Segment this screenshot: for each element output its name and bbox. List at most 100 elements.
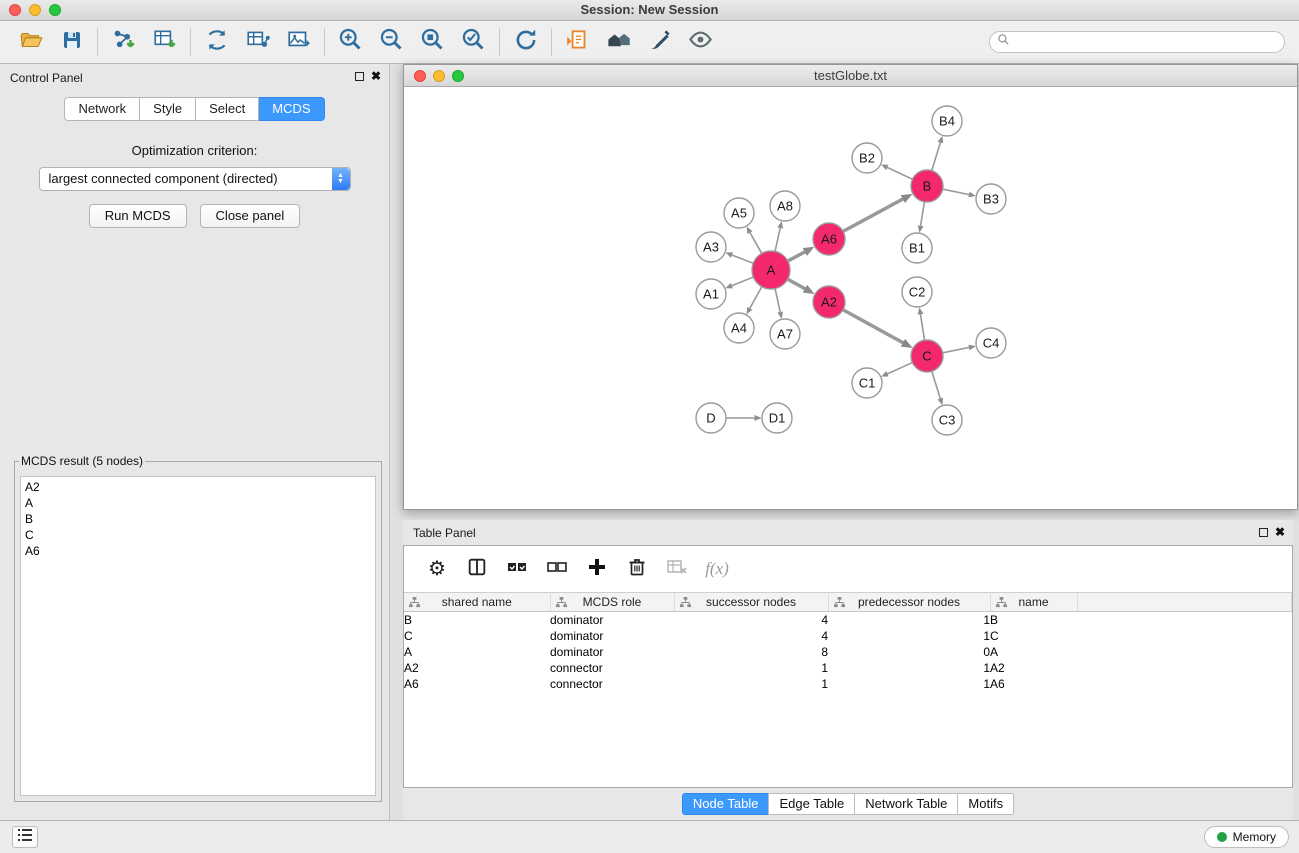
zoom-fit-button[interactable] xyxy=(412,24,453,60)
tab-style[interactable]: Style xyxy=(140,97,196,121)
table-row[interactable]: Bdominator41B xyxy=(404,612,1292,628)
zoom-window-button[interactable] xyxy=(49,4,61,16)
column-header-mcds-role[interactable]: MCDS role xyxy=(550,593,674,612)
plus-icon xyxy=(585,555,609,584)
search-box[interactable] xyxy=(989,31,1285,53)
column-header-name[interactable]: name xyxy=(990,593,1077,612)
graph-edge-A-A8[interactable] xyxy=(775,227,780,251)
float-table-panel-icon[interactable] xyxy=(1259,528,1268,537)
graph-edge-A-A4[interactable] xyxy=(750,287,762,309)
network-window-titlebar[interactable]: testGlobe.txt xyxy=(404,65,1297,87)
node-table-body: Bdominator41BCdominator41CAdominator80AA… xyxy=(404,612,1292,692)
graph-edge-A-A1[interactable] xyxy=(731,277,753,286)
mcds-result-item[interactable]: A2 xyxy=(25,479,371,495)
node-table: shared name MCDS role successor nodes pr… xyxy=(404,592,1292,692)
status-bar: Memory xyxy=(0,820,1299,853)
import-table-file-button[interactable] xyxy=(144,24,185,60)
network-view-window: testGlobe.txt AA6A2BCA5A8A xyxy=(403,64,1298,510)
tab-network-table[interactable]: Network Table xyxy=(854,793,958,815)
close-table-panel-icon[interactable]: ✖ xyxy=(1275,527,1285,537)
graph-edge-B-B1[interactable] xyxy=(921,202,925,226)
delete-table-button[interactable] xyxy=(664,556,690,582)
table-row[interactable]: Cdominator41C xyxy=(404,628,1292,644)
network-canvas-svg[interactable]: AA6A2BCA5A8A3A1A4A7B2B4B3B1C2C1C4C3DD1 xyxy=(404,87,1297,509)
optimization-criterion-dropdown[interactable]: largest connected component (directed) ▲… xyxy=(39,167,351,191)
memory-button[interactable]: Memory xyxy=(1204,826,1289,848)
network-minimize-button[interactable] xyxy=(433,70,445,82)
task-history-button[interactable] xyxy=(12,826,38,848)
deselect-all-columns-button[interactable] xyxy=(544,556,570,582)
mcds-result-item[interactable]: C xyxy=(25,527,371,543)
graph-edge-A2-C[interactable] xyxy=(843,310,903,343)
show-columns-button[interactable] xyxy=(464,556,490,582)
network-zoom-button[interactable] xyxy=(452,70,464,82)
graph-edge-A-A6[interactable] xyxy=(788,252,805,261)
delete-column-button[interactable] xyxy=(624,556,650,582)
table-cell: 1 xyxy=(674,676,828,692)
close-window-button[interactable] xyxy=(9,4,21,16)
table-settings-button[interactable]: ⚙ xyxy=(424,556,450,582)
zoom-out-button[interactable] xyxy=(371,24,412,60)
zoom-selected-icon xyxy=(460,26,487,58)
tab-network[interactable]: Network xyxy=(64,97,140,121)
graph-edge-C-C1[interactable] xyxy=(887,363,912,374)
network-close-button[interactable] xyxy=(414,70,426,82)
document-copy-icon xyxy=(565,27,591,58)
checked-boxes-icon xyxy=(505,555,529,584)
network-canvas[interactable]: AA6A2BCA5A8A3A1A4A7B2B4B3B1C2C1C4C3DD1 xyxy=(404,87,1297,509)
search-input[interactable] xyxy=(1014,34,1277,50)
column-header-shared-name[interactable]: shared name xyxy=(404,593,550,612)
mcds-result-list[interactable]: A2ABCA6 xyxy=(20,476,376,796)
refresh-view-button[interactable] xyxy=(505,24,546,60)
mcds-result-item[interactable]: A xyxy=(25,495,371,511)
select-all-columns-button[interactable] xyxy=(504,556,530,582)
column-header-predecessor-nodes[interactable]: predecessor nodes xyxy=(828,593,990,612)
zoom-in-button[interactable] xyxy=(330,24,371,60)
table-row[interactable]: Adominator80A xyxy=(404,644,1292,660)
minimize-window-button[interactable] xyxy=(29,4,41,16)
graph-edge-C-C3[interactable] xyxy=(932,371,941,399)
graph-edge-A-A3[interactable] xyxy=(732,255,754,263)
run-mcds-button[interactable]: Run MCDS xyxy=(89,204,187,228)
float-panel-icon[interactable] xyxy=(355,72,364,81)
export-image-button[interactable] xyxy=(278,24,319,60)
table-row[interactable]: A6connector11A6 xyxy=(404,676,1292,692)
graph-edge-B-B2[interactable] xyxy=(887,167,913,179)
table-cell: 8 xyxy=(674,644,828,660)
graph-edge-A-A2[interactable] xyxy=(788,279,806,289)
graph-edge-B-B3[interactable] xyxy=(943,189,970,194)
table-row[interactable]: A2connector11A2 xyxy=(404,660,1292,676)
mcds-result-item[interactable]: B xyxy=(25,511,371,527)
graph-edge-C-C4[interactable] xyxy=(943,347,970,352)
tab-node-table[interactable]: Node Table xyxy=(682,793,770,815)
mcds-result-item[interactable]: A6 xyxy=(25,543,371,559)
delete-table-icon xyxy=(665,555,689,584)
graph-edge-A-A7[interactable] xyxy=(775,289,780,313)
close-panel-icon[interactable]: ✖ xyxy=(371,71,381,81)
column-header-successor-nodes[interactable]: successor nodes xyxy=(674,593,828,612)
list-icon xyxy=(17,828,33,847)
close-panel-button[interactable]: Close panel xyxy=(200,204,301,228)
show-hide-button[interactable] xyxy=(680,24,721,60)
tab-mcds[interactable]: MCDS xyxy=(259,97,324,121)
brush-icon xyxy=(647,27,673,58)
graph-edge-A6-B[interactable] xyxy=(843,199,903,232)
open-session-button[interactable] xyxy=(10,24,51,60)
tab-motifs[interactable]: Motifs xyxy=(957,793,1014,815)
function-builder-button[interactable]: f(x) xyxy=(704,556,730,582)
home-button[interactable] xyxy=(598,24,639,60)
zoom-selected-button[interactable] xyxy=(453,24,494,60)
import-network-file-button[interactable] xyxy=(103,24,144,60)
tab-select[interactable]: Select xyxy=(196,97,259,121)
copy-style-button[interactable] xyxy=(557,24,598,60)
apply-style-button[interactable] xyxy=(639,24,680,60)
column-type-icon xyxy=(834,597,845,611)
new-network-button[interactable] xyxy=(196,24,237,60)
save-session-button[interactable] xyxy=(51,24,92,60)
graph-edge-A-A5[interactable] xyxy=(750,232,762,253)
graph-edge-C-C2[interactable] xyxy=(920,314,924,340)
add-column-button[interactable] xyxy=(584,556,610,582)
graph-edge-B-B4[interactable] xyxy=(932,142,941,171)
new-network-table-button[interactable] xyxy=(237,24,278,60)
tab-edge-table[interactable]: Edge Table xyxy=(768,793,855,815)
